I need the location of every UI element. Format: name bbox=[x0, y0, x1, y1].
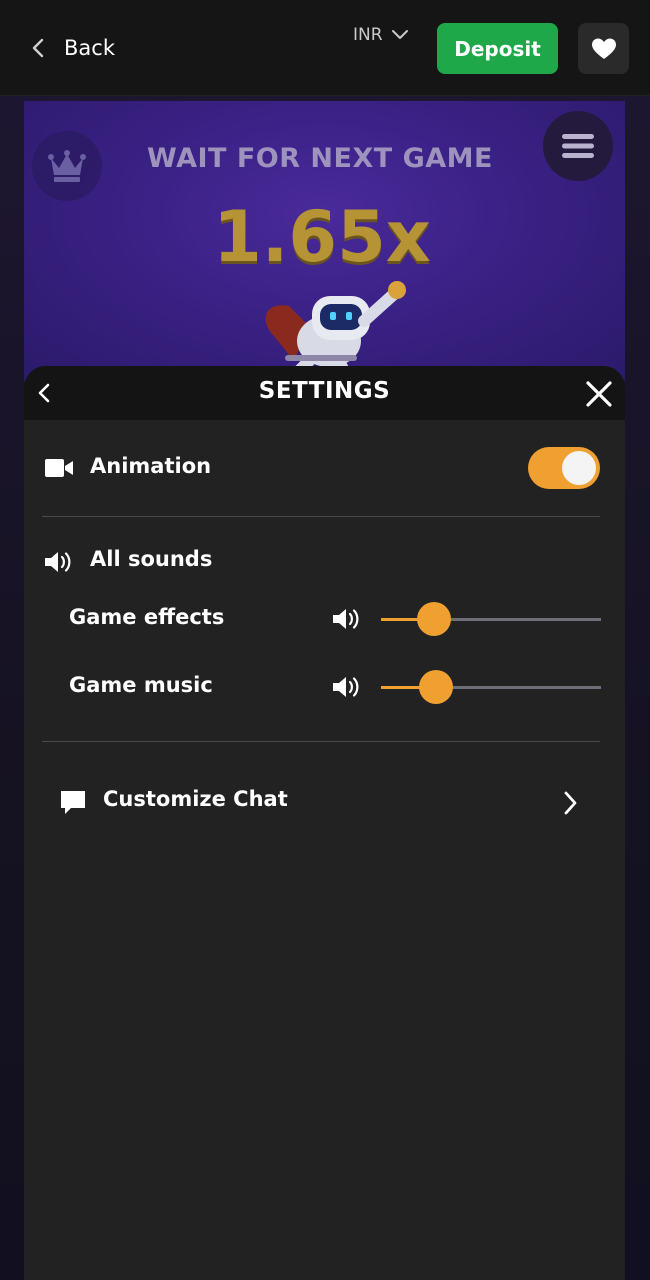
chevron-down-icon bbox=[391, 30, 408, 39]
customize-chat-row[interactable]: Customize Chat bbox=[24, 778, 625, 828]
astronaut-image bbox=[265, 281, 406, 381]
back-label: Back bbox=[64, 36, 115, 60]
favorite-button[interactable] bbox=[578, 23, 629, 74]
animation-toggle[interactable] bbox=[528, 447, 600, 489]
game-preview: WAIT FOR NEXT GAME 1.65x bbox=[24, 101, 625, 381]
menu-button[interactable] bbox=[543, 111, 613, 181]
slider-thumb[interactable] bbox=[417, 602, 451, 636]
chevron-left-icon bbox=[32, 38, 44, 58]
currency-label: INR bbox=[353, 25, 383, 45]
settings-title: SETTINGS bbox=[258, 378, 391, 404]
video-camera-icon bbox=[45, 459, 73, 477]
game-music-slider[interactable] bbox=[381, 669, 601, 705]
game-status-text: WAIT FOR NEXT GAME bbox=[147, 143, 493, 174]
currency-selector[interactable]: INR bbox=[353, 22, 409, 48]
sheet-drag-handle[interactable] bbox=[285, 355, 357, 361]
customize-chat-label: Customize Chat bbox=[103, 787, 288, 811]
close-icon[interactable] bbox=[584, 379, 614, 409]
chevron-right-icon bbox=[564, 791, 577, 815]
heart-icon bbox=[591, 38, 616, 59]
divider bbox=[42, 741, 600, 742]
toggle-knob bbox=[562, 451, 596, 485]
back-button[interactable]: Back bbox=[28, 30, 115, 66]
deposit-button[interactable]: Deposit bbox=[437, 23, 558, 74]
all-sounds-label: All sounds bbox=[90, 547, 213, 571]
game-effects-slider[interactable] bbox=[381, 601, 601, 637]
slider-thumb[interactable] bbox=[419, 670, 453, 704]
top-bar: Back INR Deposit bbox=[0, 0, 650, 96]
divider bbox=[42, 516, 600, 517]
settings-header: SETTINGS bbox=[24, 366, 625, 420]
game-effects-label: Game effects bbox=[69, 605, 225, 629]
settings-sheet: SETTINGS Animation All sounds Game effec… bbox=[24, 366, 625, 1280]
speaker-icon[interactable] bbox=[332, 606, 362, 632]
hamburger-icon bbox=[562, 134, 594, 158]
speaker-icon[interactable] bbox=[332, 674, 362, 700]
animation-label: Animation bbox=[90, 454, 212, 478]
speaker-icon bbox=[45, 552, 71, 572]
chat-bubble-icon bbox=[61, 791, 85, 814]
game-music-label: Game music bbox=[69, 673, 213, 697]
